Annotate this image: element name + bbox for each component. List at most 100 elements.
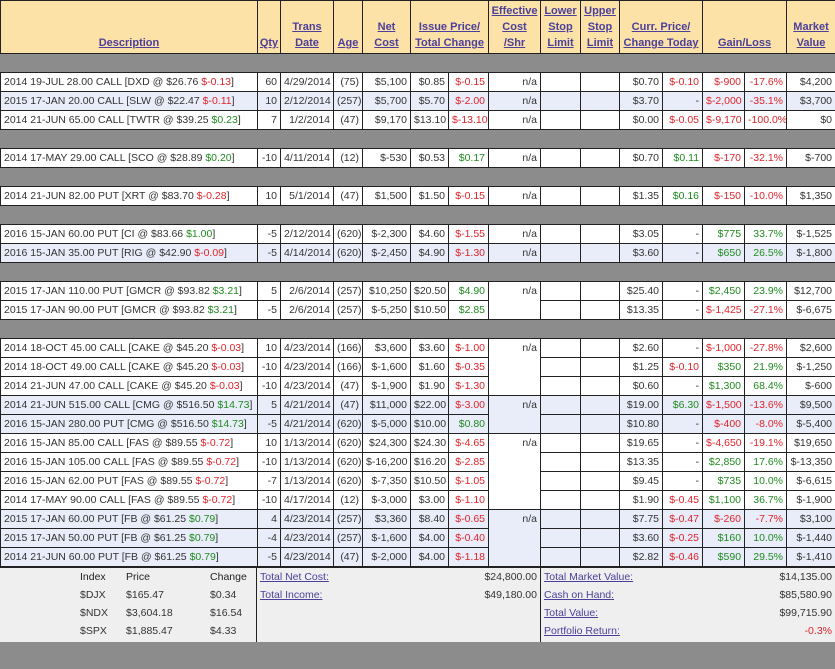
sort-age[interactable]: Age	[333, 0, 363, 54]
total-value-link[interactable]: Total Value:	[544, 604, 598, 622]
total-net-cost-link[interactable]: Total Net Cost:	[260, 568, 329, 586]
upper-stop-limit-input[interactable]	[580, 110, 621, 130]
total-market-value-link[interactable]: Total Market Value:	[544, 568, 633, 586]
upper-stop-limit-input[interactable]	[580, 243, 621, 263]
lower-stop-limit-input[interactable]	[540, 452, 582, 472]
position-description[interactable]: 2014 19-JUL 28.00 CALL [DXD @ $26.76 $-0…	[0, 72, 258, 92]
sort-market-value[interactable]: Market Value	[786, 0, 835, 54]
position-description[interactable]: 2014 17-MAY 29.00 CALL [SCO @ $28.89 $0.…	[0, 148, 258, 168]
position-row[interactable]: 2014 21-JUN 65.00 CALL [TWTR @ $39.25 $0…	[0, 110, 835, 130]
sort-trans-date[interactable]: Trans Date	[280, 0, 334, 54]
position-description[interactable]: 2014 17-MAY 90.00 CALL [FAS @ $89.55 $-0…	[0, 490, 258, 510]
lower-stop-limit-input[interactable]	[540, 281, 582, 301]
lower-stop-limit-input[interactable]	[540, 357, 582, 377]
upper-stop-limit-input[interactable]	[580, 281, 621, 301]
sort-gain-loss[interactable]: Gain/Loss	[702, 0, 788, 54]
position-row[interactable]: 2015 17-JAN 90.00 PUT [GMCR @ $93.82 $3.…	[0, 300, 835, 320]
upper-stop-limit-input[interactable]	[580, 433, 621, 453]
upper-stop-limit-input[interactable]	[580, 471, 621, 491]
position-row[interactable]: 2016 15-JAN 60.00 PUT [CI @ $83.66 $1.00…	[0, 224, 835, 244]
position-row[interactable]: 2015 17-JAN 60.00 PUT [FB @ $61.25 $0.79…	[0, 509, 835, 567]
position-row[interactable]: 2016 15-JAN 85.00 CALL [FAS @ $89.55 $-0…	[0, 433, 835, 510]
upper-stop-limit-input[interactable]	[580, 528, 621, 548]
upper-stop-limit-input[interactable]	[580, 72, 621, 92]
position-description[interactable]: 2015 17-JAN 110.00 PUT [GMCR @ $93.82 $3…	[0, 281, 258, 301]
position-row[interactable]: 2014 17-MAY 90.00 CALL [FAS @ $89.55 $-0…	[0, 490, 835, 510]
upper-stop-limit-input[interactable]	[580, 357, 621, 377]
upper-stop-limit-input[interactable]	[580, 547, 621, 567]
lower-stop-limit-input[interactable]	[540, 414, 582, 434]
upper-stop-limit-input[interactable]	[580, 490, 621, 510]
position-description[interactable]: 2015 17-JAN 20.00 CALL [SLW @ $22.47 $-0…	[0, 91, 258, 111]
lower-stop-limit-input[interactable]	[540, 376, 582, 396]
lower-stop-limit-input[interactable]	[540, 148, 582, 168]
sort-upper-stop[interactable]: Upper Stop Limit	[580, 0, 621, 54]
upper-stop-limit-input[interactable]	[580, 224, 621, 244]
position-row[interactable]: 2014 19-JUL 28.00 CALL [DXD @ $26.76 $-0…	[0, 72, 835, 92]
position-description[interactable]: 2016 15-JAN 105.00 CALL [FAS @ $89.55 $-…	[0, 452, 258, 472]
position-row[interactable]: 2016 15-JAN 105.00 CALL [FAS @ $89.55 $-…	[0, 452, 835, 472]
position-description[interactable]: 2014 21-JUN 65.00 CALL [TWTR @ $39.25 $0…	[0, 110, 258, 130]
lower-stop-limit-input[interactable]	[540, 338, 582, 358]
sort-issue-price[interactable]: Issue Price/Total Change	[409, 0, 490, 54]
lower-stop-limit-input[interactable]	[540, 490, 582, 510]
upper-stop-limit-input[interactable]	[580, 186, 621, 206]
lower-stop-limit-input[interactable]	[540, 433, 582, 453]
lower-stop-limit-input[interactable]	[540, 528, 582, 548]
position-description[interactable]: 2016 15-JAN 85.00 CALL [FAS @ $89.55 $-0…	[0, 433, 258, 453]
lower-stop-limit-input[interactable]	[540, 72, 582, 92]
position-row[interactable]: 2015 17-JAN 110.00 PUT [GMCR @ $93.82 $3…	[0, 281, 835, 320]
upper-stop-limit-input[interactable]	[580, 509, 621, 529]
position-row[interactable]: 2016 15-JAN 35.00 PUT [RIG @ $42.90 $-0.…	[0, 243, 835, 263]
lower-stop-limit-input[interactable]	[540, 300, 582, 320]
position-description[interactable]: 2014 21-JUN 60.00 PUT [FB @ $61.25 $0.79…	[0, 547, 258, 567]
upper-stop-limit-input[interactable]	[580, 395, 621, 415]
lower-stop-limit-input[interactable]	[540, 91, 582, 111]
lower-stop-limit-input[interactable]	[540, 243, 582, 263]
portfolio-return-link[interactable]: Portfolio Return:	[544, 622, 620, 640]
position-description[interactable]: 2016 15-JAN 280.00 PUT [CMG @ $516.50 $1…	[0, 414, 258, 434]
position-description[interactable]: 2015 17-JAN 90.00 PUT [GMCR @ $93.82 $3.…	[0, 300, 258, 320]
position-row[interactable]: 2016 15-JAN 280.00 PUT [CMG @ $516.50 $1…	[0, 414, 835, 434]
lower-stop-limit-input[interactable]	[540, 395, 582, 415]
position-row[interactable]: 2014 18-OCT 49.00 CALL [CAKE @ $45.20 $-…	[0, 357, 835, 377]
position-row[interactable]: 2014 17-MAY 29.00 CALL [SCO @ $28.89 $0.…	[0, 148, 835, 168]
position-description[interactable]: 2016 15-JAN 35.00 PUT [RIG @ $42.90 $-0.…	[0, 243, 258, 263]
lower-stop-limit-input[interactable]	[540, 547, 582, 567]
sort-curr-price[interactable]: Curr. Price/Change Today	[619, 0, 704, 54]
lower-stop-limit-input[interactable]	[540, 224, 582, 244]
position-description[interactable]: 2015 17-JAN 50.00 PUT [FB @ $61.25 $0.79…	[0, 528, 258, 548]
position-description[interactable]: 2015 17-JAN 60.00 PUT [FB @ $61.25 $0.79…	[0, 509, 258, 529]
upper-stop-limit-input[interactable]	[580, 338, 621, 358]
lower-stop-limit-input[interactable]	[540, 509, 582, 529]
upper-stop-limit-input[interactable]	[580, 452, 621, 472]
upper-stop-limit-input[interactable]	[580, 148, 621, 168]
lower-stop-limit-input[interactable]	[540, 471, 582, 491]
position-description[interactable]: 2014 21-JUN 515.00 CALL [CMG @ $516.50 $…	[0, 395, 258, 415]
position-description[interactable]: 2016 15-JAN 60.00 PUT [CI @ $83.66 $1.00…	[0, 224, 258, 244]
position-row[interactable]: 2014 21-JUN 60.00 PUT [FB @ $61.25 $0.79…	[0, 547, 835, 567]
position-row[interactable]: 2014 21-JUN 47.00 CALL [CAKE @ $45.20 $-…	[0, 376, 835, 396]
position-row[interactable]: 2015 17-JAN 50.00 PUT [FB @ $61.25 $0.79…	[0, 528, 835, 548]
upper-stop-limit-input[interactable]	[580, 300, 621, 320]
lower-stop-limit-input[interactable]	[540, 110, 582, 130]
lower-stop-limit-input[interactable]	[540, 186, 582, 206]
position-description[interactable]: 2014 21-JUN 47.00 CALL [CAKE @ $45.20 $-…	[0, 376, 258, 396]
cash-on-hand-link[interactable]: Cash on Hand:	[544, 586, 614, 604]
upper-stop-limit-input[interactable]	[580, 414, 621, 434]
sort-lower-stop[interactable]: Lower Stop Limit	[540, 0, 582, 54]
position-row[interactable]: 2016 15-JAN 62.00 PUT [FAS @ $89.55 $-0.…	[0, 471, 835, 491]
upper-stop-limit-input[interactable]	[580, 91, 621, 111]
position-row[interactable]: 2014 21-JUN 515.00 CALL [CMG @ $516.50 $…	[0, 395, 835, 434]
position-description[interactable]: 2016 15-JAN 62.00 PUT [FAS @ $89.55 $-0.…	[0, 471, 258, 491]
position-row[interactable]: 2015 17-JAN 20.00 CALL [SLW @ $22.47 $-0…	[0, 91, 835, 111]
sort-qty[interactable]: Qty	[257, 0, 281, 54]
position-description[interactable]: 2014 18-OCT 49.00 CALL [CAKE @ $45.20 $-…	[0, 357, 258, 377]
sort-description[interactable]: Description	[0, 0, 258, 54]
sort-effective-cost[interactable]: Effective Cost/Shr	[488, 0, 542, 54]
position-description[interactable]: 2014 21-JUN 82.00 PUT [XRT @ $83.70 $-0.…	[0, 186, 258, 206]
total-income-link[interactable]: Total Income:	[260, 586, 322, 604]
upper-stop-limit-input[interactable]	[580, 376, 621, 396]
position-row[interactable]: 2014 21-JUN 82.00 PUT [XRT @ $83.70 $-0.…	[0, 186, 835, 206]
position-row[interactable]: 2014 18-OCT 45.00 CALL [CAKE @ $45.20 $-…	[0, 338, 835, 396]
